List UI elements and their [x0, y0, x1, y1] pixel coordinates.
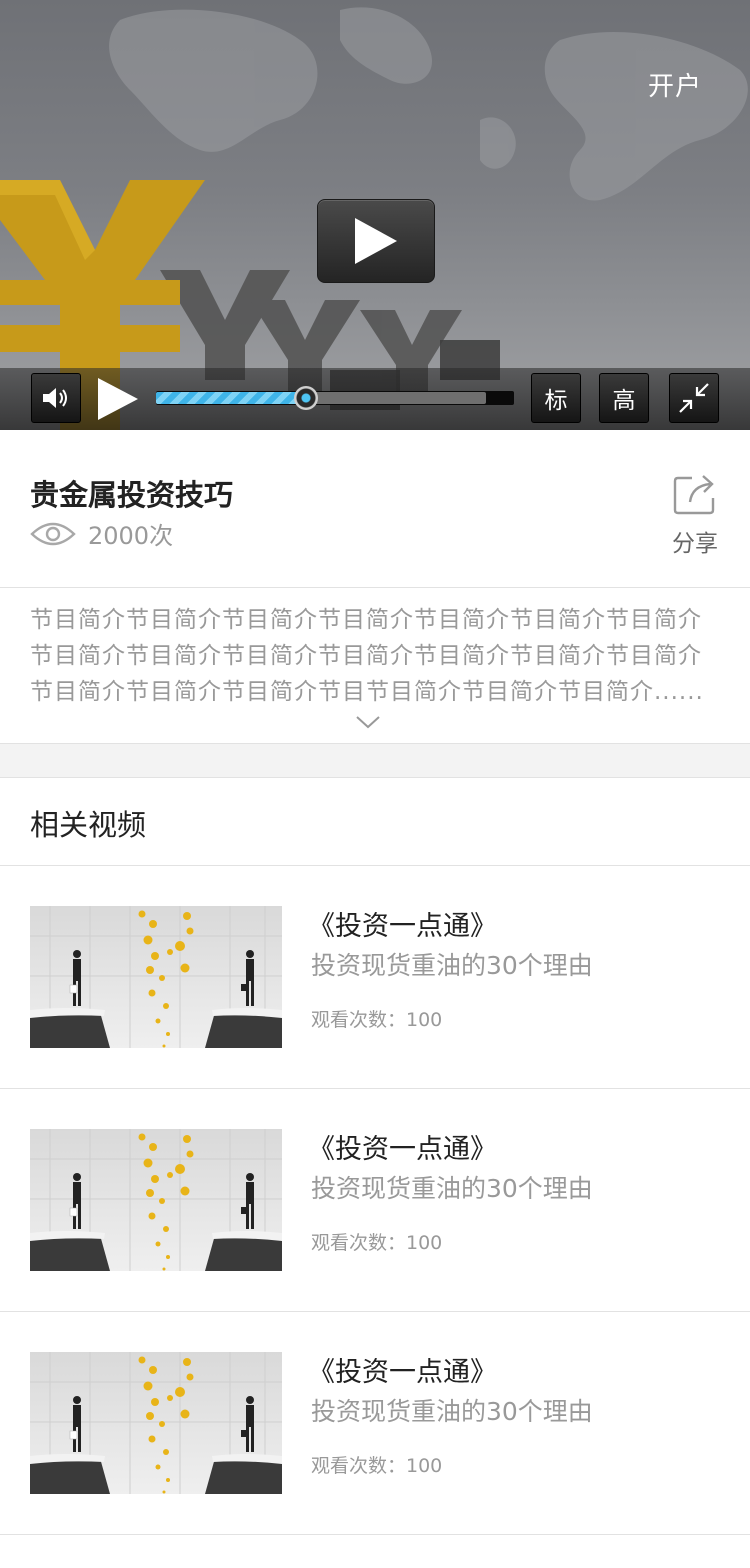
- related-item-views: 观看次数：100: [311, 1232, 443, 1254]
- eye-icon: [30, 522, 76, 545]
- share-button[interactable]: 分享: [670, 472, 720, 558]
- related-header: 相关视频: [0, 778, 750, 866]
- related-item-subtitle: 投资现货重油的30个理由: [311, 951, 593, 980]
- thumbnail-image: [30, 906, 282, 1048]
- exit-fullscreen-icon: [679, 383, 709, 413]
- standard-quality-button[interactable]: 标: [531, 373, 581, 423]
- related-item[interactable]: 《投资一点通》 投资现货重油的30个理由 观看次数：100: [0, 866, 750, 1089]
- thumbnail-image: [30, 1352, 282, 1494]
- chevron-down-icon: [356, 716, 380, 729]
- expand-description-button[interactable]: [355, 714, 381, 734]
- video-info: 贵金属投资技巧 2000次 分享: [0, 430, 750, 588]
- play-icon: [355, 218, 397, 264]
- related-item-title[interactable]: 《投资一点通》: [308, 1127, 497, 1166]
- open-account-link[interactable]: 开户: [648, 66, 702, 103]
- view-count-text: 2000次: [88, 522, 174, 550]
- player-controls: 标 高: [0, 368, 750, 430]
- high-quality-button[interactable]: 高: [599, 373, 649, 423]
- related-item-views: 观看次数：100: [311, 1009, 443, 1031]
- video-thumbnail[interactable]: [30, 1352, 282, 1494]
- video-thumbnail[interactable]: [30, 906, 282, 1048]
- related-item-title[interactable]: 《投资一点通》: [308, 904, 497, 943]
- thumbnail-image: [30, 1129, 282, 1271]
- video-title: 贵金属投资技巧: [30, 478, 234, 512]
- video-description: 节目简介节目简介节目简介节目简介节目简介节目简介节目简介节目简介节目简介节目简介…: [0, 588, 750, 744]
- volume-icon: [43, 388, 67, 408]
- related-item-title[interactable]: 《投资一点通》: [308, 1350, 497, 1389]
- video-thumbnail[interactable]: [30, 1129, 282, 1271]
- related-item-subtitle: 投资现货重油的30个理由: [311, 1174, 593, 1203]
- share-label: 分享: [672, 531, 718, 557]
- progress-fill: [156, 392, 306, 404]
- description-text: 节目简介节目简介节目简介节目简介节目简介节目简介节目简介节目简介节目简介节目简介…: [30, 607, 704, 705]
- progress-handle[interactable]: [294, 386, 318, 410]
- related-item-subtitle: 投资现货重油的30个理由: [311, 1397, 593, 1426]
- exit-fullscreen-button[interactable]: [669, 373, 719, 423]
- play-icon: [98, 378, 138, 420]
- volume-button[interactable]: [31, 373, 81, 423]
- video-player[interactable]: 开户 标 高: [0, 0, 750, 430]
- view-count: 2000次: [30, 516, 173, 551]
- related-item-views: 观看次数：100: [311, 1455, 443, 1477]
- section-divider: [0, 744, 750, 778]
- play-pause-button[interactable]: [96, 377, 140, 425]
- related-title: 相关视频: [30, 808, 147, 842]
- related-item[interactable]: 《投资一点通》 投资现货重油的30个理由 观看次数：100: [0, 1312, 750, 1535]
- related-item[interactable]: 《投资一点通》 投资现货重油的30个理由 观看次数：100: [0, 1089, 750, 1312]
- share-icon: [673, 475, 715, 515]
- play-button[interactable]: [317, 199, 435, 283]
